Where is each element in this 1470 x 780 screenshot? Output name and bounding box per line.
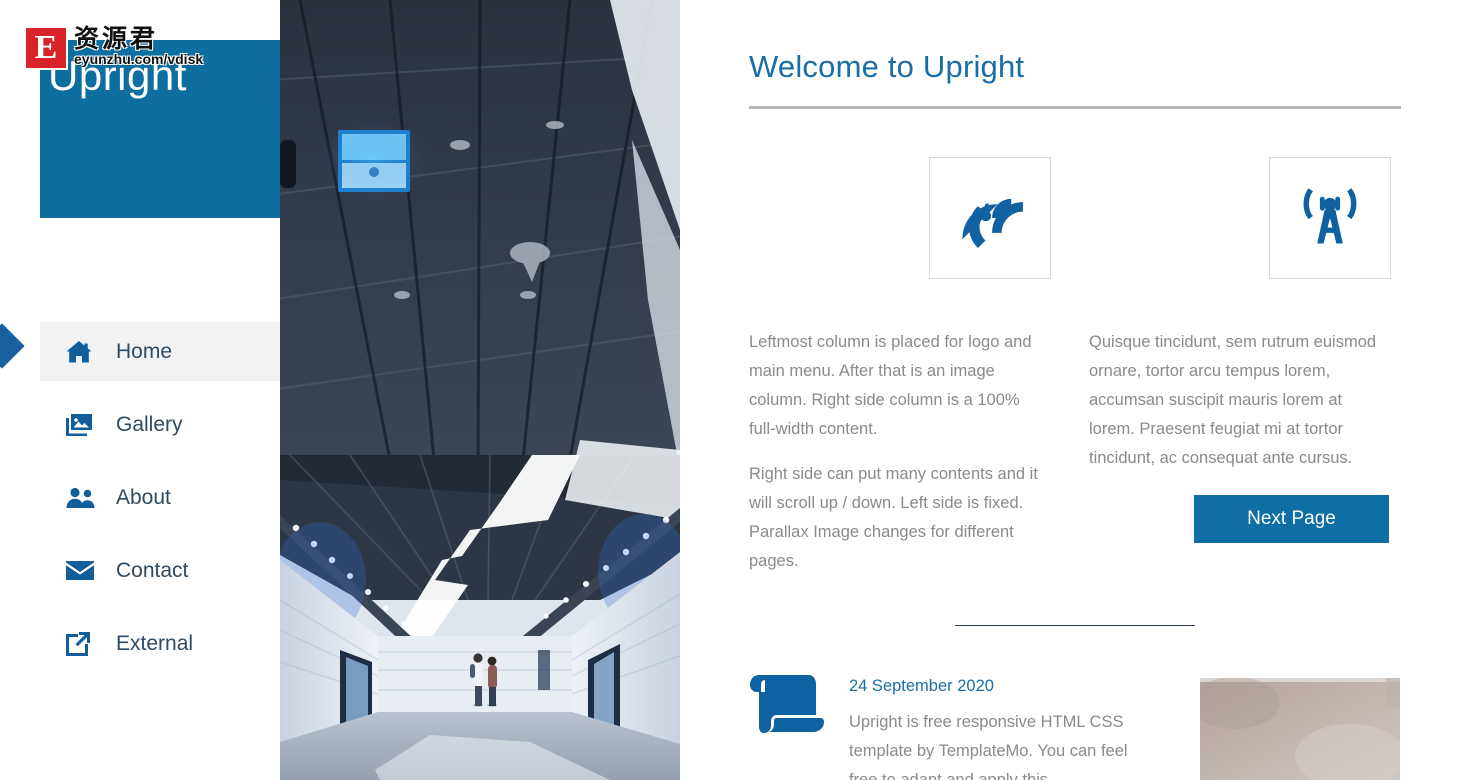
broadcast-tower-icon: [1296, 184, 1364, 252]
home-icon: [66, 340, 102, 364]
column-right: Quisque tincidunt, sem rutrum euismod or…: [1089, 328, 1389, 592]
paragraph: Right side can put many contents and it …: [749, 465, 1038, 570]
sidebar-item-label: Home: [116, 339, 173, 363]
scroll-icon: [749, 665, 849, 780]
next-page-button[interactable]: Next Page: [1194, 495, 1389, 543]
main-content: Welcome to Upright Leftmost column is pl…: [680, 0, 1470, 780]
text-columns: Leftmost column is placed for logo and m…: [749, 328, 1401, 592]
page-title: Welcome to Upright: [749, 49, 1025, 84]
sidebar-item-about[interactable]: About: [40, 468, 280, 527]
paragraph: Quisque tincidunt, sem rutrum euismod or…: [1089, 333, 1377, 467]
news-date[interactable]: 24 September 2020: [849, 677, 1139, 696]
sidebar-item-contact[interactable]: Contact: [40, 541, 280, 600]
section-divider-wrap: [749, 625, 1401, 626]
envelope-icon: [66, 560, 102, 581]
app-root: Upright Home Gallery About Contact Exter…: [0, 0, 1470, 780]
feature-box-satellite[interactable]: [929, 157, 1051, 279]
paragraph: Leftmost column is placed for logo and m…: [749, 333, 1032, 438]
sidebar-item-label: Gallery: [116, 412, 183, 436]
news-text: Upright is free responsive HTML CSS temp…: [849, 713, 1128, 780]
images-icon: [66, 413, 102, 436]
watermark-chinese: 资源君: [74, 24, 159, 53]
main-navigation: Home Gallery About Contact External: [0, 322, 280, 673]
news-body: 24 September 2020 Upright is free respon…: [849, 665, 1139, 780]
satellite-dish-icon: [956, 184, 1024, 252]
watermark-url: eyunzhu.com/vdisk: [74, 51, 204, 67]
watermark: E 资源君 eyunzhu.com/vdisk: [24, 26, 203, 70]
parallax-image: [280, 0, 680, 780]
content-header: Welcome to Upright: [749, 0, 1401, 109]
sidebar-item-label: About: [116, 485, 171, 509]
sidebar-item-label: External: [116, 631, 194, 655]
sidebar-item-gallery[interactable]: Gallery: [40, 395, 280, 454]
sidebar-item-external[interactable]: External: [40, 614, 280, 673]
section-divider: [955, 625, 1195, 626]
watermark-text: 资源君 eyunzhu.com/vdisk: [74, 26, 203, 66]
column-left: Leftmost column is placed for logo and m…: [749, 328, 1049, 592]
watermark-badge: E: [24, 26, 68, 70]
sidebar-item-label: Contact: [116, 558, 189, 582]
news-thumbnail[interactable]: [1200, 678, 1400, 780]
title-divider: [749, 106, 1401, 109]
external-link-icon: [66, 631, 102, 656]
feature-box-broadcast[interactable]: [1269, 157, 1391, 279]
users-icon: [66, 487, 102, 509]
sidebar-item-home[interactable]: Home: [40, 322, 280, 381]
sidebar: Upright Home Gallery About Contact Exter…: [0, 0, 280, 780]
